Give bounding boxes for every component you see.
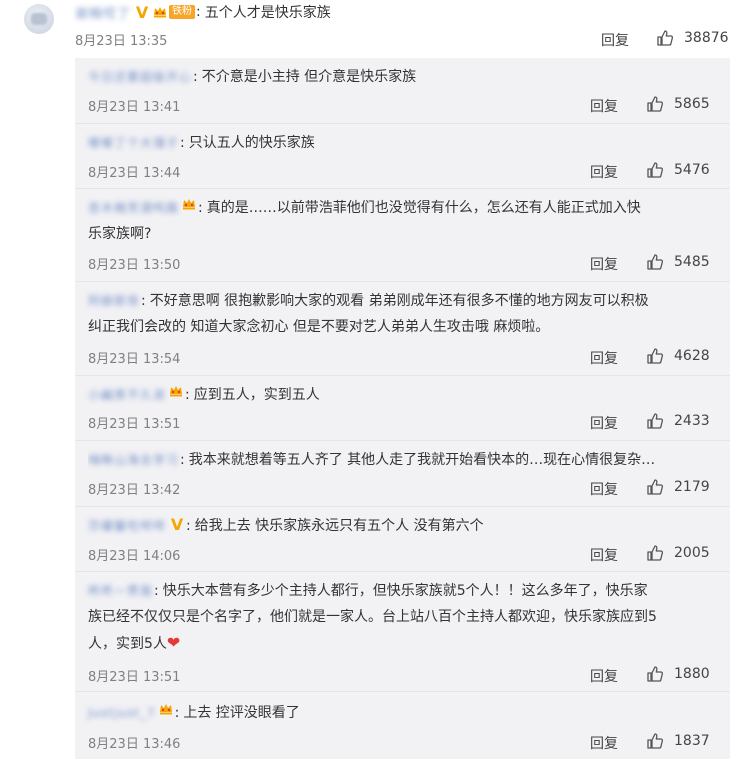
username[interactable]: 杏木楠芳酒鸣路 xyxy=(88,195,179,221)
reply-text-line1: 真的是……以前带浩菲他们也没觉得有什么，怎么还有人能正式加入快 xyxy=(206,200,641,216)
reply-button[interactable]: 回复 xyxy=(590,96,618,116)
avatar[interactable] xyxy=(24,4,54,34)
reply-button[interactable]: 回复 xyxy=(590,413,618,433)
thumbs-up-icon xyxy=(657,30,674,46)
crown-icon xyxy=(152,4,168,20)
username[interactable]: 嗨眯山海去学习 xyxy=(88,447,179,473)
reply-button[interactable]: 回复 xyxy=(590,254,618,274)
reply-item: 嘟嘟了个大馒子: 只认五人的快乐家族 8月23日 13:44 回复 5476 xyxy=(75,124,730,189)
reply-item: 阿娘耶背: 不好意思啊 很抱歉影响大家的观看 弟弟刚成年还有很多不懂的地方网友可以… xyxy=(75,282,730,376)
reply-button[interactable]: 回复 xyxy=(590,545,618,565)
reply-text: 不介意是小主持 但介意是快乐家族 xyxy=(201,69,417,85)
crown-icon xyxy=(181,196,197,212)
reply-text-line2: 乐家族啊? xyxy=(88,226,152,242)
reply-time: 8月23日 13:50 xyxy=(88,258,181,273)
thumbs-up-icon xyxy=(647,479,664,495)
comment-text: 五个人才是快乐家族 xyxy=(204,5,331,21)
like-button[interactable]: 2005 xyxy=(646,544,710,562)
like-button[interactable]: 5476 xyxy=(646,161,710,179)
crown-icon xyxy=(158,701,174,717)
reply-text: 上去 控评没眼看了 xyxy=(183,705,300,721)
username[interactable]: 莎罐馨吃咩咩 xyxy=(88,513,166,539)
thumbs-up-icon xyxy=(647,254,664,270)
like-button[interactable]: 2433 xyxy=(646,412,710,430)
like-count: 5485 xyxy=(674,254,710,270)
main-comment: 谢楠哎了 V 铁粉 : 五个人才是快乐家族 8月23日 13:35 回复 388… xyxy=(0,0,745,58)
reply-text: 只认五人的快乐家族 xyxy=(188,135,315,151)
username[interactable]: 嘟嘟了个大馒子 xyxy=(88,130,179,156)
reply-text-line2: 族已经不仅仅只是个名字了，他们就是一家人。台上站八百个主持人都欢迎，快乐家族应到… xyxy=(88,609,657,625)
thumbs-up-icon xyxy=(647,96,664,112)
comment-line: 谢楠哎了 V 铁粉 : 五个人才是快乐家族 xyxy=(75,2,331,22)
like-count: 2005 xyxy=(674,545,710,561)
reply-button[interactable]: 回复 xyxy=(590,162,618,182)
username[interactable]: 小鹹男不久浪 xyxy=(88,382,166,408)
reply-time: 8月23日 13:41 xyxy=(88,100,181,115)
reply-item: Justjust_7: 上去 控评没眼看了 8月23日 13:46 回复 1837 xyxy=(75,692,730,759)
like-button[interactable]: 1837 xyxy=(646,732,710,750)
reply-button[interactable]: 回复 xyxy=(590,479,618,499)
username[interactable]: 今日还要超级开心 xyxy=(88,64,192,90)
username[interactable]: 咚咚一贯我 xyxy=(88,578,153,604)
thumbs-up-icon xyxy=(647,413,664,429)
reply-item: 今日还要超级开心: 不介意是小主持 但介意是快乐家族 8月23日 13:41 回复… xyxy=(75,58,730,124)
verified-v-icon: V xyxy=(135,2,149,22)
like-button[interactable]: 1880 xyxy=(646,665,710,683)
reply-list: 今日还要超级开心: 不介意是小主持 但介意是快乐家族 8月23日 13:41 回复… xyxy=(75,58,730,759)
reply-text: 应到五人，实到五人 xyxy=(193,387,320,403)
reply-text-line3: 人，实到5人 xyxy=(88,636,167,652)
heart-icon: ❤ xyxy=(166,633,181,652)
like-count: 38876 xyxy=(684,30,729,46)
fan-badge: 铁粉 xyxy=(169,5,196,19)
reply-item: 莎罐馨吃咩咩 V: 给我上去 快乐家族永远只有五个人 没有第六个 8月23日 14:… xyxy=(75,507,730,572)
reply-text-line1: 不好意思啊 很抱歉影响大家的观看 弟弟刚成年还有很多不懂的地方网友可以积极 xyxy=(149,293,649,309)
username[interactable]: 阿娘耶背 xyxy=(88,288,140,314)
reply-time: 8月23日 13:51 xyxy=(88,670,181,685)
reply-time: 8月23日 13:54 xyxy=(88,352,181,367)
verified-v-icon: V xyxy=(170,515,184,534)
like-count: 1837 xyxy=(674,733,710,749)
reply-text: 我本来就想着等五人齐了 其他人走了我就开始看快本的…现在心情很复杂… xyxy=(188,452,656,468)
reply-item: 小鹹男不久浪: 应到五人，实到五人 8月23日 13:51 回复 2433 xyxy=(75,376,730,441)
thumbs-up-icon xyxy=(647,545,664,561)
comment-time: 8月23日 13:35 xyxy=(75,34,168,49)
reply-text: 给我上去 快乐家族永远只有五个人 没有第六个 xyxy=(194,518,484,534)
like-count: 1880 xyxy=(674,666,710,682)
like-count: 5476 xyxy=(674,162,710,178)
thumbs-up-icon xyxy=(647,348,664,364)
username[interactable]: 谢楠哎了 xyxy=(75,3,131,22)
like-button[interactable]: 2179 xyxy=(646,478,710,496)
like-count: 2433 xyxy=(674,413,710,429)
like-count: 2179 xyxy=(674,479,710,495)
crown-icon xyxy=(168,383,184,399)
reply-time: 8月23日 13:51 xyxy=(88,417,181,432)
thumbs-up-icon xyxy=(647,733,664,749)
like-button[interactable]: 4628 xyxy=(646,347,710,365)
reply-text-line2: 纠正我们会改的 知道大家念初心 但是不要对艺人弟弟人生攻击哦 麻烦啦。 xyxy=(88,319,550,335)
reply-time: 8月23日 13:44 xyxy=(88,166,181,181)
reply-text-line1: 快乐大本营有多少个主持人都行，但快乐家族就5个人！！这么多年了，快乐家 xyxy=(162,583,648,599)
reply-time: 8月23日 13:46 xyxy=(88,737,181,752)
reply-time: 8月23日 13:42 xyxy=(88,483,181,498)
like-button[interactable]: 5865 xyxy=(646,95,710,113)
reply-time: 8月23日 14:06 xyxy=(88,549,181,564)
thumbs-up-icon xyxy=(647,162,664,178)
username[interactable]: Justjust_7 xyxy=(88,700,156,726)
reply-button[interactable]: 回复 xyxy=(590,348,618,368)
like-button[interactable]: 5485 xyxy=(646,253,710,271)
reply-button[interactable]: 回复 xyxy=(590,733,618,753)
like-count: 4628 xyxy=(674,348,710,364)
reply-item: 杏木楠芳酒鸣路: 真的是……以前带浩菲他们也没觉得有什么，怎么还有人能正式加入快乐… xyxy=(75,189,730,282)
thumbs-up-icon xyxy=(647,666,664,682)
reply-button[interactable]: 回复 xyxy=(590,666,618,686)
reply-item: 咚咚一贯我: 快乐大本营有多少个主持人都行，但快乐家族就5个人！！这么多年了，快乐… xyxy=(75,572,730,692)
like-button[interactable]: 38876 xyxy=(656,29,729,47)
reply-button[interactable]: 回复 xyxy=(601,30,629,50)
like-count: 5865 xyxy=(674,96,710,112)
reply-item: 嗨眯山海去学习: 我本来就想着等五人齐了 其他人走了我就开始看快本的…现在心情很复… xyxy=(75,441,730,507)
